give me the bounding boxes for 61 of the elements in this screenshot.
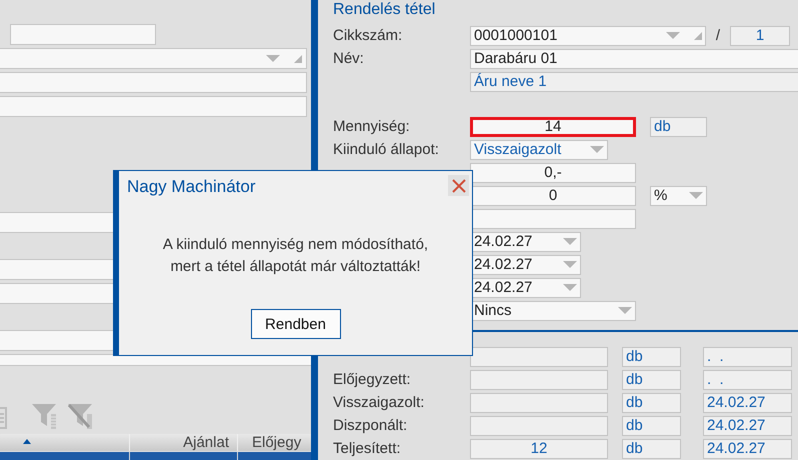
field-label: Mennyiség:: [333, 118, 411, 135]
input-field[interactable]: [10, 24, 156, 45]
description-field: Áru neve 1: [470, 72, 798, 92]
dialog-title: Nagy Machinátor: [127, 177, 256, 197]
discount-unit-dropdown[interactable]: %: [650, 186, 707, 206]
unit-field: db: [622, 392, 681, 412]
quantity-field: 12: [470, 438, 608, 458]
price-field[interactable]: 0,-: [470, 162, 636, 182]
column-header[interactable]: Ajánlat: [130, 434, 238, 451]
input-field[interactable]: [0, 96, 307, 117]
list-icon[interactable]: [0, 407, 7, 429]
field-label: Teljesített:: [333, 440, 402, 457]
name-field[interactable]: Darabáru 01: [470, 48, 798, 68]
dialog-message: A kiinduló mennyiség nem módosítható, mert a tétel állapotát már változtatták!: [162, 235, 428, 277]
field-label: Név:: [333, 50, 365, 67]
date-dropdown[interactable]: 24.02.27: [470, 254, 581, 274]
caret-icon: [590, 146, 604, 154]
caret-icon: [563, 260, 577, 268]
ok-button[interactable]: Rendben: [250, 309, 340, 339]
article-number-dropdown[interactable]: 0001000101: [470, 26, 706, 46]
section-title: Rendelés tétel: [333, 1, 436, 20]
caret-icon: [563, 284, 577, 292]
unit-field: db: [622, 346, 681, 366]
field-label: Cikkszám:: [333, 27, 404, 44]
caret-icon: [266, 54, 280, 62]
table-row[interactable]: [0, 452, 311, 460]
date-dropdown[interactable]: 24.02.27: [470, 278, 581, 298]
filter-icon[interactable]: [32, 404, 58, 429]
clear-filter-icon[interactable]: [68, 404, 94, 429]
discount-field[interactable]: 0: [470, 186, 636, 206]
unit-field: db: [622, 370, 681, 390]
date-field: 24.02.27: [703, 438, 792, 458]
unit-field: db: [622, 416, 681, 436]
separator-text: /: [714, 27, 722, 44]
date-field: 24.02.27: [703, 416, 792, 436]
unit-field: db: [650, 116, 707, 136]
status-dropdown[interactable]: Visszaigazolt: [470, 140, 608, 160]
field-label: Diszponált:: [333, 417, 408, 434]
field-label: Előjegyzett:: [333, 371, 412, 388]
caret-icon: [618, 306, 632, 314]
caret-icon: [563, 238, 577, 246]
option-dropdown[interactable]: Nincs: [470, 300, 636, 320]
date-field: 24.02.27: [703, 392, 792, 412]
line-number-field: 1: [730, 26, 790, 46]
quantity-field[interactable]: 14: [470, 116, 636, 136]
sort-arrow-icon: [23, 439, 31, 444]
dropdown[interactable]: [0, 48, 307, 69]
field-label: Kiinduló állapot:: [333, 141, 440, 158]
close-icon: [452, 178, 466, 192]
caret-icon: [666, 32, 680, 40]
input-field[interactable]: [0, 72, 307, 93]
field-label: Visszaigazolt:: [333, 394, 426, 411]
date-field: . .: [703, 370, 792, 390]
resize-grip-icon: [694, 32, 702, 40]
resize-grip-icon: [294, 54, 302, 62]
caret-icon: [689, 192, 703, 200]
date-dropdown[interactable]: 24.02.27: [470, 232, 581, 252]
input-field[interactable]: [470, 208, 636, 228]
unit-field: db: [622, 438, 681, 458]
date-field: . .: [703, 346, 792, 366]
close-button[interactable]: [448, 175, 469, 196]
